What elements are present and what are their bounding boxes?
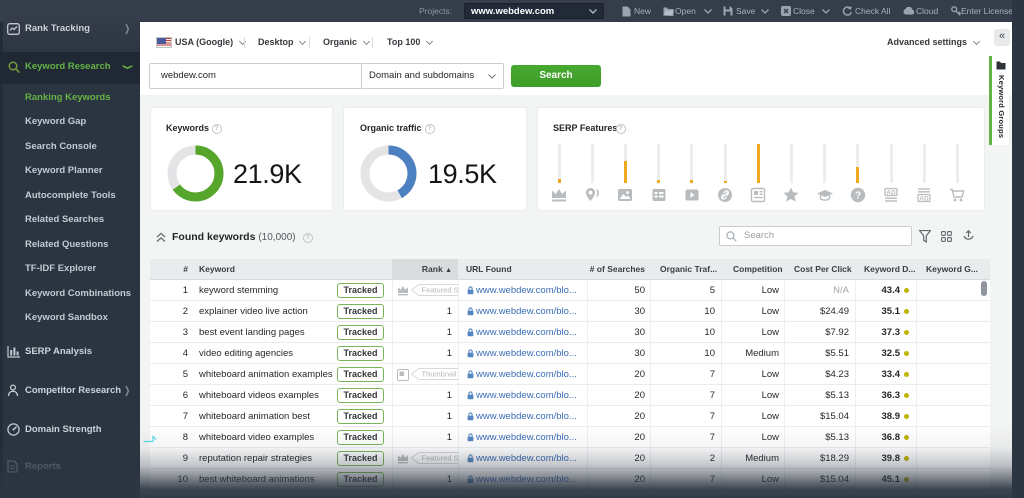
- svg-text:Featured S: Featured S: [422, 286, 459, 295]
- svg-text:Thumbnail: Thumbnail: [422, 370, 457, 379]
- svg-text:AD: AD: [886, 189, 896, 196]
- svg-text:Featured S: Featured S: [422, 454, 459, 463]
- svg-text:?: ?: [855, 191, 861, 202]
- svg-text:AD: AD: [919, 195, 929, 202]
